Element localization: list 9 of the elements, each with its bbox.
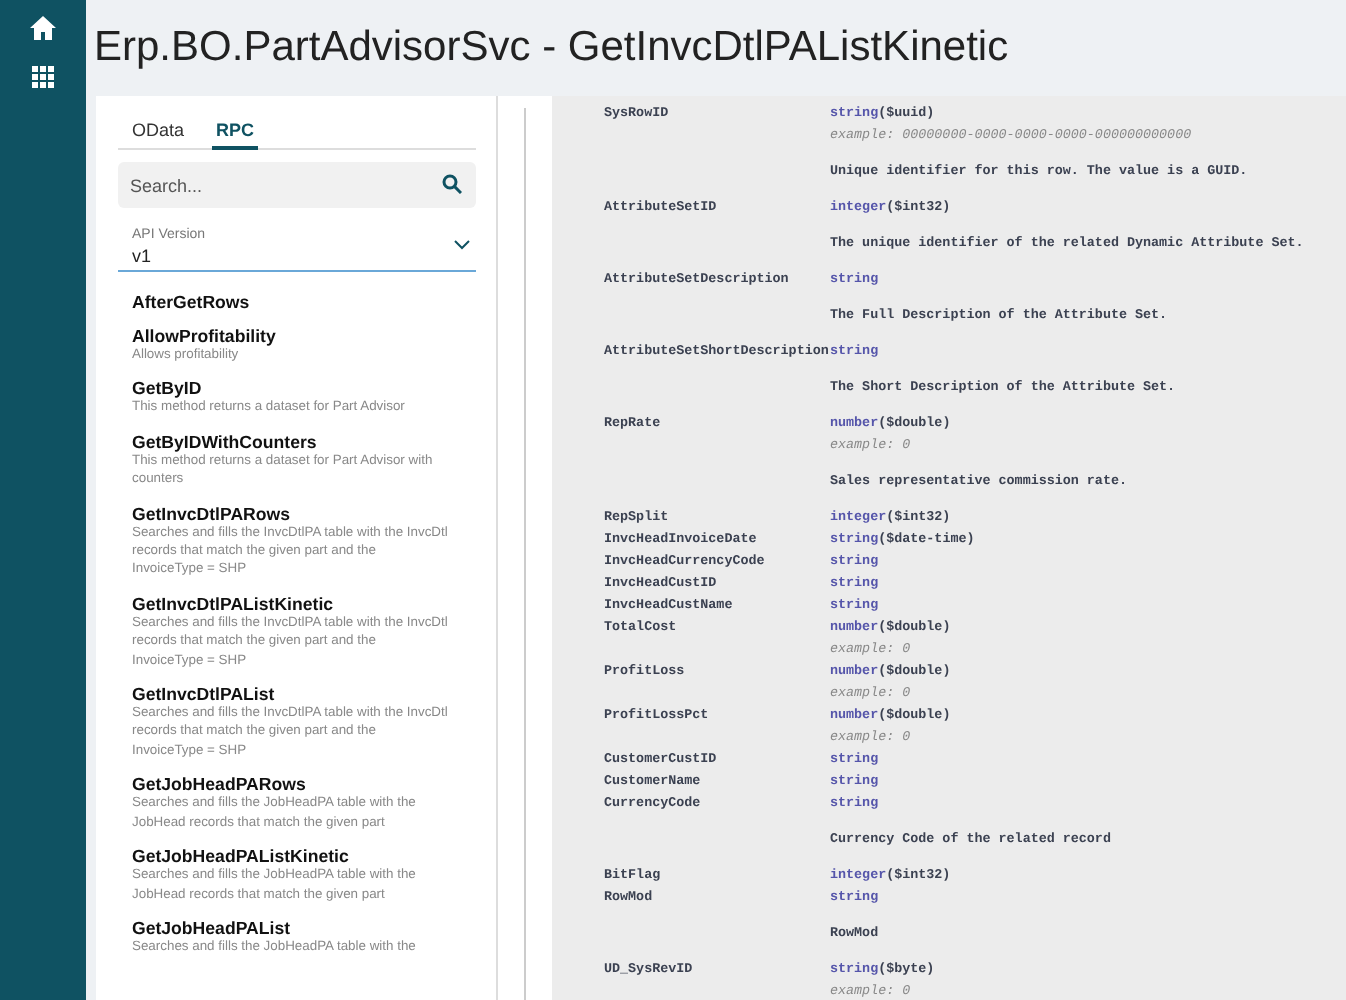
method-item[interactable]: AfterGetRows	[132, 292, 448, 312]
chevron-down-icon	[454, 240, 470, 250]
apps-grid-icon[interactable]	[32, 66, 54, 88]
search-icon[interactable]	[442, 174, 462, 194]
tab[interactable]: OData	[128, 120, 189, 150]
page-title: Erp.BO.PartAdvisorSvc - GetInvcDtlPAListKinetic	[92, 22, 1011, 74]
search-field[interactable]: Search...	[118, 162, 476, 208]
tab[interactable]: RPC	[212, 120, 259, 150]
home-icon[interactable]	[30, 16, 56, 40]
